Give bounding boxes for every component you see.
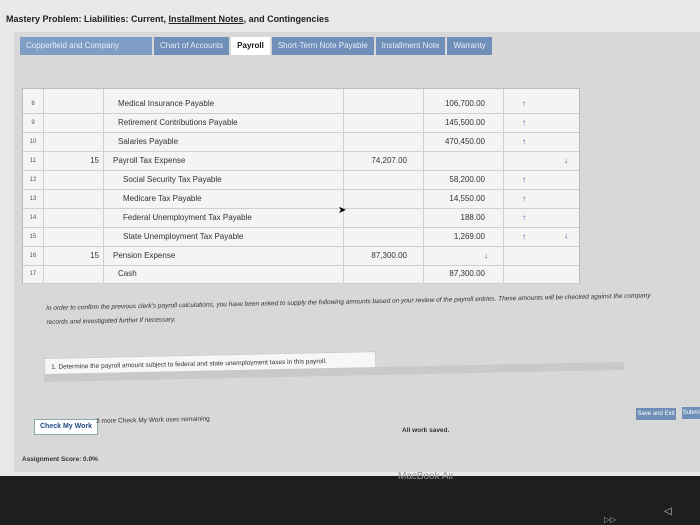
posting-arrow-icon — [561, 133, 571, 151]
posting-arrow-icon: ↑ — [522, 175, 526, 184]
table-row: 17 Cash 87,300.00 — [23, 265, 579, 284]
save-status: All work saved. — [402, 427, 450, 434]
date-cell[interactable] — [81, 171, 99, 189]
debit-cell[interactable]: 87,300.00 — [355, 247, 407, 265]
posting-arrow-icon: ↓ — [564, 156, 568, 165]
row-number: 9 — [31, 120, 35, 126]
assignment-score: Assignment Score: 0.0% — [22, 456, 98, 463]
table-row: 13 Medicare Tax Payable 14,550.00 ↑ — [23, 190, 579, 209]
debit-cell[interactable] — [355, 228, 407, 246]
credit-cell[interactable]: 87,300.00 — [433, 265, 485, 283]
row-number: 13 — [29, 196, 37, 202]
debit-cell[interactable] — [355, 190, 407, 208]
posting-arrow-icon: ↑ — [522, 232, 526, 241]
journal-table: 8 Medical Insurance Payable 106,700.00 ↑… — [22, 88, 580, 284]
posting-arrow-icon — [561, 171, 571, 189]
account-cell[interactable]: Social Security Tax Payable — [123, 171, 222, 189]
row-number: 8 — [31, 101, 35, 107]
row-number: 16 — [29, 253, 37, 259]
account-cell[interactable]: Salaries Payable — [118, 133, 178, 151]
posting-arrow-icon: ↓ — [484, 251, 488, 260]
debit-cell[interactable]: 74,207.00 — [355, 152, 407, 170]
debit-cell[interactable] — [355, 95, 407, 113]
keyboard-key-icon: ▷▷ — [604, 515, 617, 524]
table-row: 11 15 Payroll Tax Expense 74,207.00 ↓ — [23, 152, 579, 171]
posting-arrow-icon: ↑ — [522, 194, 526, 203]
account-cell[interactable]: Cash — [118, 265, 137, 283]
tab-warranty[interactable]: Warranty — [447, 37, 492, 55]
account-cell[interactable]: Medical Insurance Payable — [118, 95, 214, 113]
debit-cell[interactable] — [355, 133, 407, 151]
credit-cell[interactable] — [433, 152, 485, 170]
date-cell[interactable] — [81, 190, 99, 208]
debit-cell[interactable] — [355, 171, 407, 189]
tab-bar: Copperfield and Company Chart of Account… — [20, 37, 492, 55]
posting-arrow-icon: ↑ — [522, 137, 526, 146]
posting-arrow-icon — [561, 95, 571, 113]
credit-cell[interactable]: 106,700.00 — [433, 95, 485, 113]
device-brand: MacBook Air — [398, 471, 455, 482]
account-cell[interactable]: Payroll Tax Expense — [113, 152, 185, 170]
date-cell[interactable]: 15 — [81, 152, 99, 170]
credit-cell[interactable]: 58,200.00 — [433, 171, 485, 189]
keyboard-arrow-icon: ◁ — [664, 506, 672, 517]
table-row: 10 Salaries Payable 470,450.00 ↑ — [23, 133, 579, 152]
submit-button[interactable]: Submit — [682, 407, 700, 419]
row-number: 14 — [29, 215, 37, 221]
posting-arrow-icon: ↑ — [522, 118, 526, 127]
posting-arrow-icon: ↑ — [522, 99, 526, 108]
row-number: 17 — [29, 271, 37, 277]
posting-arrow-icon — [561, 190, 571, 208]
check-my-work-button[interactable]: Check My Work — [34, 419, 98, 435]
credit-cell[interactable]: 1,269.00 — [433, 228, 485, 246]
date-cell[interactable] — [81, 228, 99, 246]
tab-payroll[interactable]: Payroll — [231, 37, 270, 55]
date-cell[interactable] — [81, 209, 99, 227]
row-number: 10 — [29, 139, 37, 145]
page-title: Mastery Problem: Liabilities: Current, I… — [6, 14, 330, 24]
installment-notes-link[interactable]: Installment Notes — [169, 14, 244, 24]
tab-short-term-note-payable[interactable]: Short-Term Note Payable — [271, 37, 374, 55]
date-cell[interactable] — [81, 114, 99, 132]
date-cell[interactable]: 15 — [81, 247, 99, 265]
account-cell[interactable]: Pension Expense — [113, 247, 175, 265]
mouse-cursor-icon: ➤ — [338, 205, 347, 216]
credit-cell[interactable]: 145,500.00 — [433, 114, 485, 132]
tab-copperfield-and-company[interactable]: Copperfield and Company — [20, 37, 152, 55]
posting-arrow-icon: ↑ — [522, 213, 526, 222]
date-cell[interactable] — [81, 133, 99, 151]
row-number: 12 — [29, 177, 37, 183]
credit-cell[interactable]: 470,450.00 — [433, 133, 485, 151]
account-cell[interactable]: Federal Unemployment Tax Payable — [123, 209, 252, 227]
account-cell[interactable]: Retirement Contributions Payable — [118, 114, 238, 132]
account-cell[interactable]: Medicare Tax Payable — [123, 190, 202, 208]
tab-installment-note[interactable]: Installment Note — [375, 37, 446, 55]
credit-cell[interactable]: 188.00 — [433, 209, 485, 227]
debit-cell[interactable] — [355, 265, 407, 283]
account-cell[interactable]: State Unemployment Tax Payable — [123, 228, 243, 246]
posting-arrow-icon — [561, 114, 571, 132]
table-row: 8 Medical Insurance Payable 106,700.00 ↑ — [23, 95, 579, 114]
row-number: 11 — [29, 158, 37, 164]
posting-arrow-icon: ↓ — [564, 231, 568, 240]
table-row: 12 Social Security Tax Payable 58,200.00… — [23, 171, 579, 190]
date-cell[interactable] — [81, 265, 99, 283]
tab-chart-of-accounts[interactable]: Chart of Accounts — [154, 37, 230, 55]
table-row: 14 Federal Unemployment Tax Payable 188.… — [23, 209, 579, 228]
posting-arrow-icon — [561, 209, 571, 227]
debit-cell[interactable] — [355, 114, 407, 132]
credit-cell[interactable]: 14,550.00 — [433, 190, 485, 208]
save-and-exit-button[interactable]: Save and Exit — [636, 408, 676, 420]
debit-cell[interactable] — [355, 209, 407, 227]
date-cell[interactable] — [81, 95, 99, 113]
laptop-bezel — [0, 476, 700, 525]
credit-cell[interactable] — [433, 247, 485, 265]
posting-arrow-icon — [519, 152, 529, 170]
table-row: 16 15 Pension Expense 87,300.00 ↓ — [23, 247, 579, 266]
table-row: 15 State Unemployment Tax Payable 1,269.… — [23, 228, 579, 247]
table-row: 9 Retirement Contributions Payable 145,5… — [23, 114, 579, 133]
row-number: 15 — [29, 234, 37, 240]
